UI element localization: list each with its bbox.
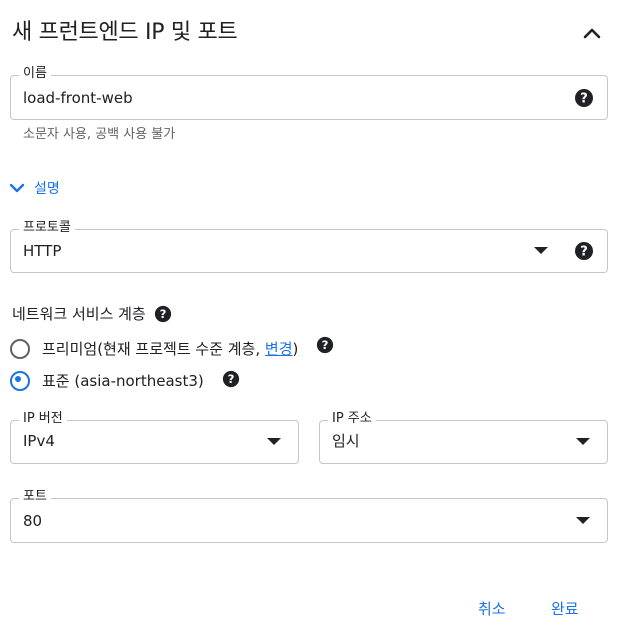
svg-text:?: ?	[322, 338, 329, 352]
ip-address-dropdown-icon[interactable]	[576, 438, 590, 445]
network-tier-label: 네트워크 서비스 계층 ?	[12, 303, 172, 324]
ip-address-label: IP 주소	[328, 411, 376, 427]
radio-standard-row[interactable]: 표준 (asia-northeast3) ?	[10, 370, 240, 391]
port-value: 80	[23, 512, 43, 530]
port-dropdown-icon[interactable]	[576, 517, 590, 524]
ip-address-select[interactable]: IP 주소 임시	[319, 411, 608, 464]
protocol-help-button[interactable]: ?	[574, 241, 594, 261]
radio-premium-label-prefix: 프리미엄(현재 프로젝트 수준 계층,	[42, 340, 265, 358]
protocol-value: HTTP	[23, 242, 62, 260]
chevron-down-icon	[9, 183, 25, 193]
collapse-button[interactable]	[578, 20, 606, 46]
help-icon: ?	[317, 336, 334, 353]
ip-version-value: IPv4	[23, 432, 55, 450]
ip-version-dropdown-icon[interactable]	[267, 438, 281, 445]
radio-premium-row[interactable]: 프리미엄(현재 프로젝트 수준 계층, 변경) ?	[10, 336, 334, 359]
svg-text:?: ?	[159, 307, 166, 321]
protocol-label: 프로토콜	[19, 220, 75, 236]
protocol-dropdown-icon[interactable]	[534, 247, 548, 254]
network-tier-title: 네트워크 서비스 계층	[12, 305, 146, 323]
description-toggle-label: 설명	[34, 181, 60, 197]
help-icon: ?	[222, 370, 239, 387]
radio-premium-label-suffix: )	[292, 340, 299, 358]
ip-version-label: IP 버전	[19, 411, 67, 427]
svg-text:?: ?	[580, 92, 588, 107]
radio-premium[interactable]	[10, 338, 30, 359]
ip-address-value: 임시	[332, 432, 360, 450]
network-tier-help-button[interactable]: ?	[154, 305, 172, 323]
name-help-button[interactable]: ?	[574, 88, 594, 108]
cancel-button[interactable]: 취소	[478, 598, 506, 619]
name-input[interactable]: load-front-web	[23, 88, 133, 108]
description-toggle[interactable]: 설명	[8, 178, 60, 198]
svg-text:?: ?	[580, 245, 588, 260]
premium-help-button[interactable]: ?	[316, 336, 334, 354]
port-label: 포트	[19, 489, 51, 505]
help-icon: ?	[575, 242, 593, 260]
name-hint: 소문자 사용, 공백 사용 불가	[23, 127, 176, 142]
name-field[interactable]: 이름 load-front-web ?	[10, 66, 608, 120]
radio-standard-label: 표준 (asia-northeast3)	[42, 372, 204, 390]
standard-help-button[interactable]: ?	[222, 370, 240, 388]
radio-premium-label: 프리미엄(현재 프로젝트 수준 계층, 변경)	[42, 338, 298, 359]
panel-title: 새 프런트엔드 IP 및 포트	[12, 20, 238, 45]
protocol-select[interactable]: 프로토콜 HTTP ?	[10, 220, 608, 273]
name-field-label: 이름	[19, 66, 51, 82]
done-button[interactable]: 완료	[551, 598, 579, 619]
chevron-up-icon	[583, 28, 601, 39]
help-icon: ?	[154, 305, 171, 322]
help-icon: ?	[575, 89, 593, 107]
port-select[interactable]: 포트 80	[10, 489, 608, 543]
svg-text:?: ?	[227, 372, 234, 386]
ip-version-select[interactable]: IP 버전 IPv4	[10, 411, 299, 464]
radio-standard[interactable]	[10, 370, 30, 391]
change-tier-link[interactable]: 변경	[265, 340, 293, 358]
